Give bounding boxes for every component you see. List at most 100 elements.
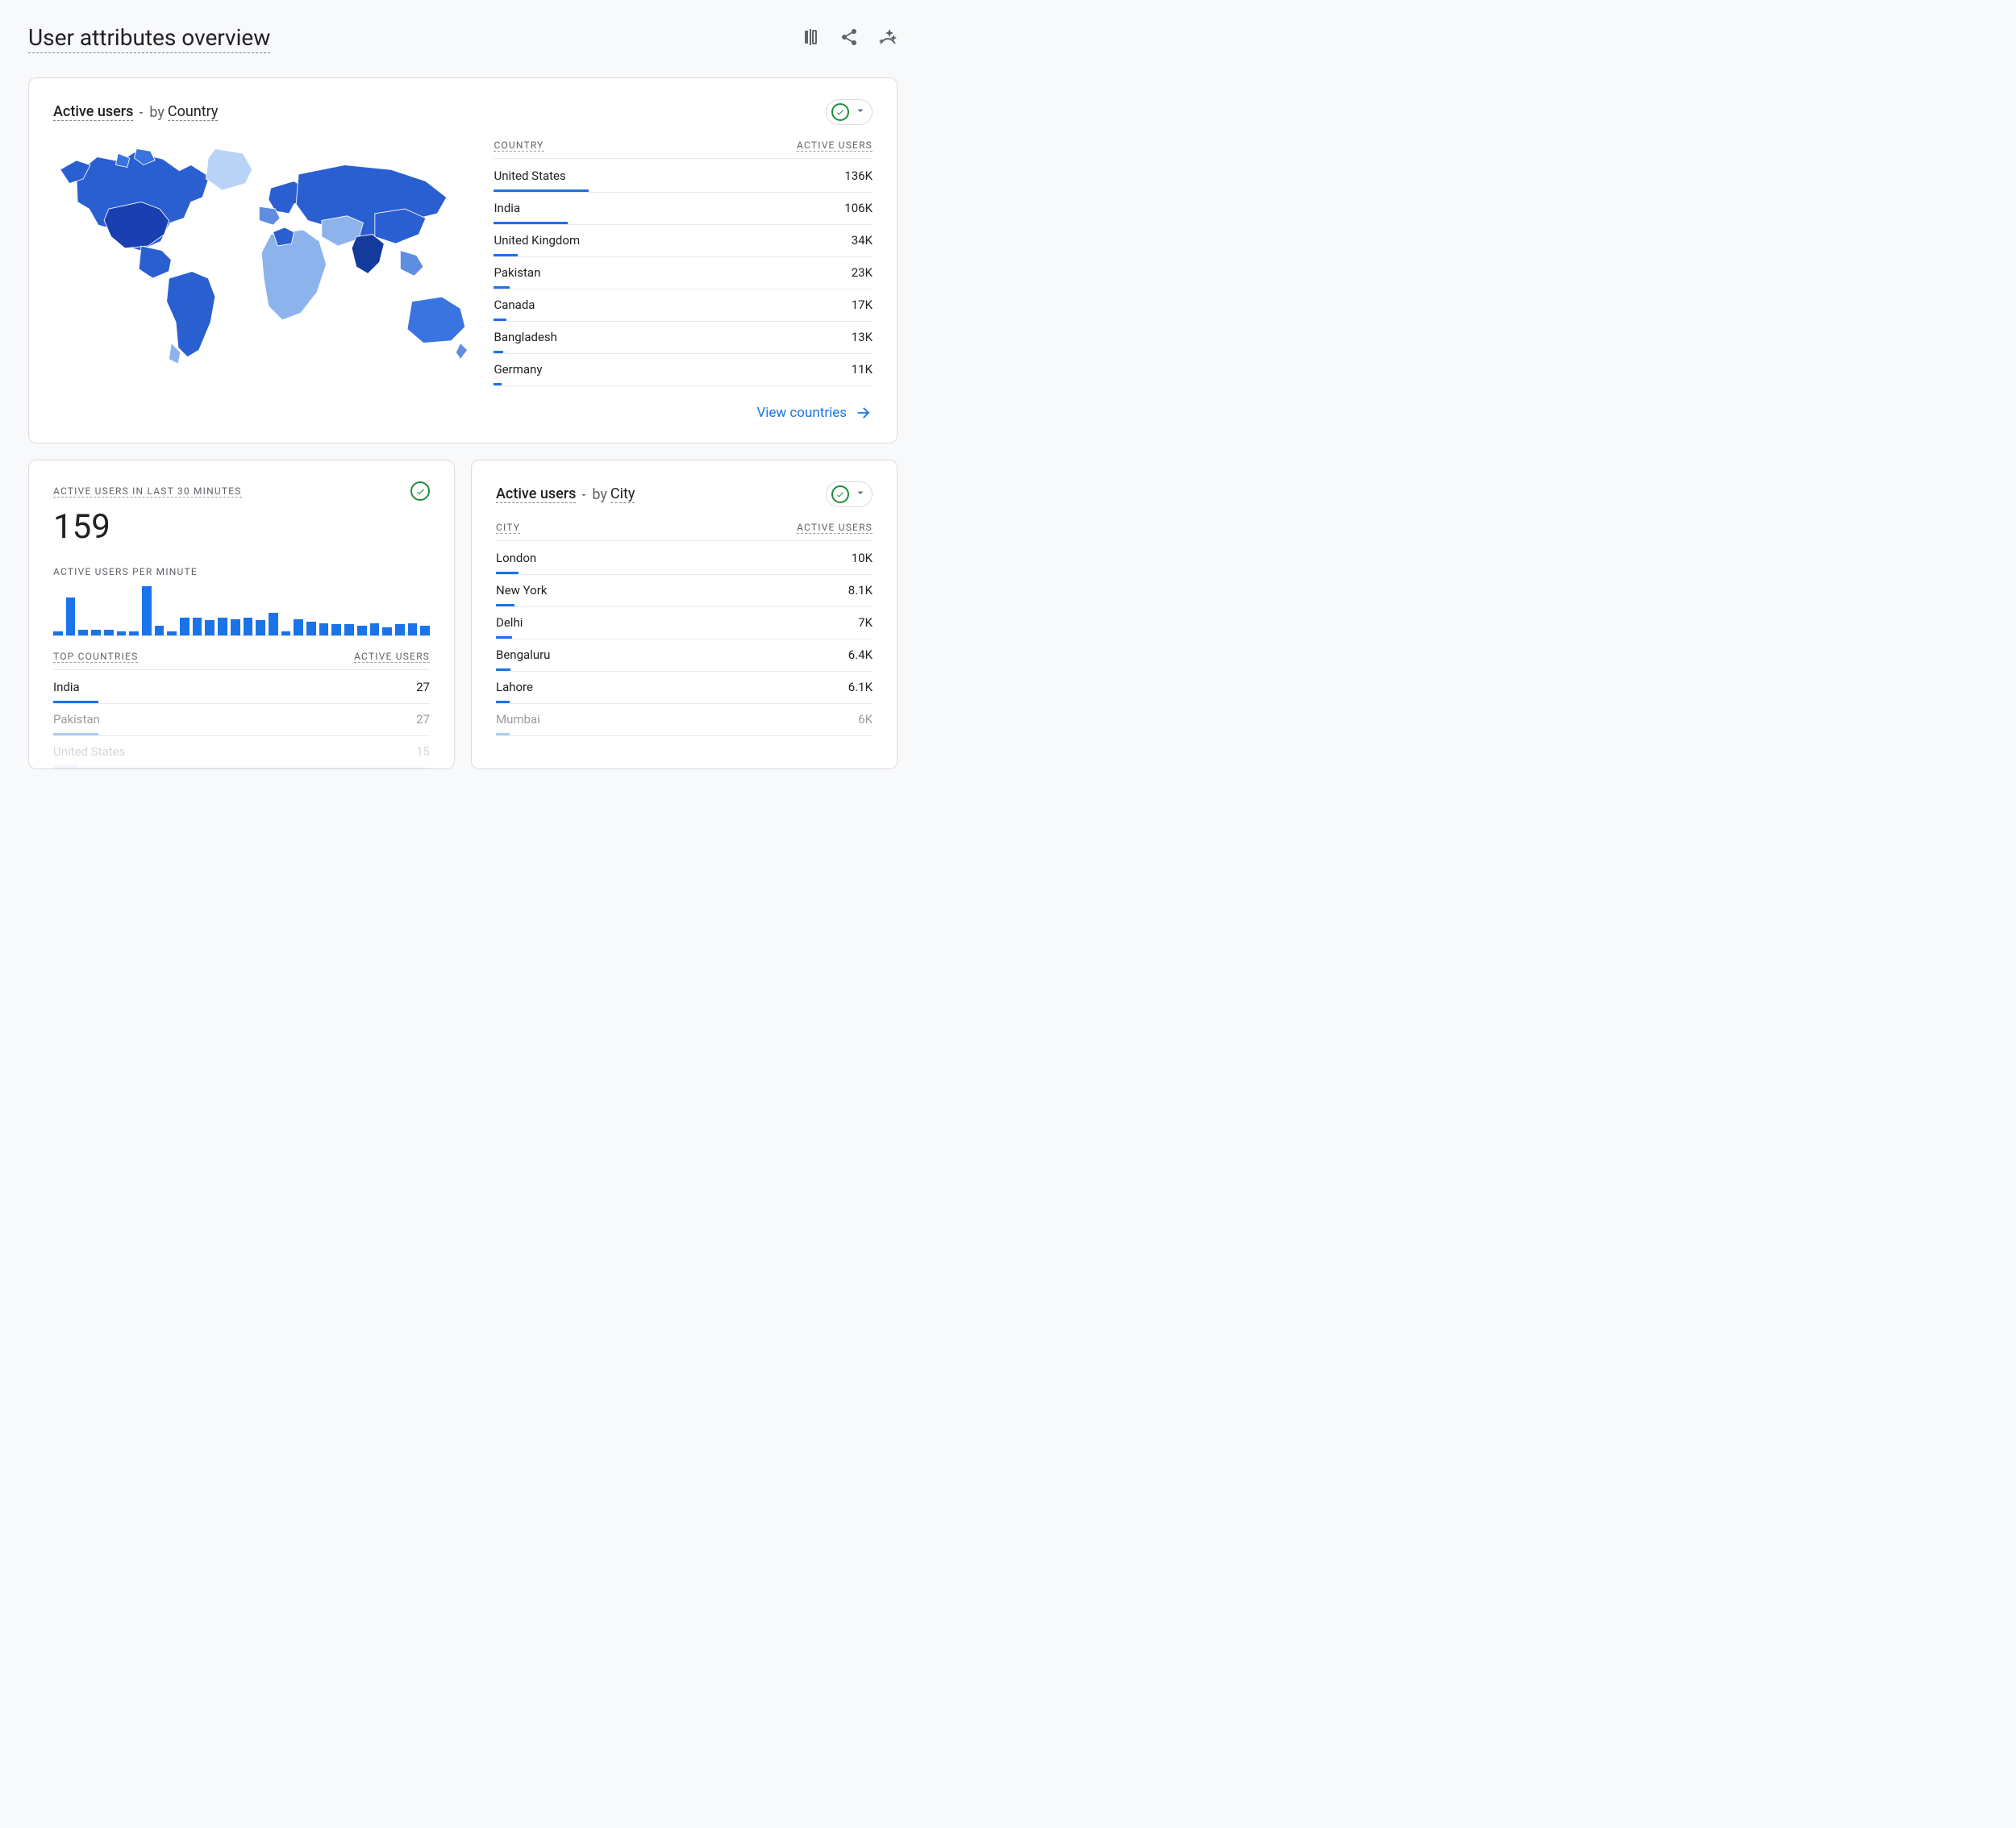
row-label: Pakistan — [494, 265, 540, 280]
bar — [294, 619, 303, 635]
bar — [281, 631, 291, 635]
row-value: 17K — [852, 298, 873, 312]
row-value: 23K — [852, 265, 873, 280]
country-dimension[interactable]: Country — [168, 103, 219, 121]
bar — [395, 624, 405, 635]
row-bar — [494, 319, 506, 321]
row-value: 27 — [416, 680, 430, 694]
city-metric[interactable]: Active users — [496, 485, 576, 503]
city-card-title: Active users by City — [496, 485, 635, 503]
row-value: 27 — [416, 712, 430, 727]
city-card: Active users by City CITY ACTIVE USERS L… — [471, 460, 898, 769]
chevron-down-icon[interactable] — [136, 104, 146, 121]
row-label: Pakistan — [53, 712, 100, 727]
table-row[interactable]: Pakistan 27 — [53, 704, 430, 736]
by-label: by — [149, 104, 165, 121]
bar — [244, 618, 253, 635]
world-map[interactable] — [53, 139, 469, 374]
row-bar — [496, 668, 510, 671]
row-label: India — [53, 680, 80, 694]
row-bar — [494, 254, 517, 256]
bar — [231, 619, 240, 635]
row-value: 6.4K — [848, 648, 873, 662]
chevron-down-icon — [854, 104, 867, 120]
bar — [331, 624, 341, 635]
row-bar — [496, 636, 512, 639]
row-value: 8.1K — [848, 583, 873, 598]
table-row[interactable]: Lahore 6.1K — [496, 672, 873, 704]
row-label: United Kingdom — [494, 233, 580, 248]
col-active-users: ACTIVE USERS — [797, 139, 873, 152]
row-label: Lahore — [496, 680, 533, 694]
bar — [91, 630, 101, 635]
table-row[interactable]: United Kingdom 34K — [494, 225, 873, 257]
row-value: 11K — [852, 362, 873, 377]
bar — [420, 626, 430, 635]
row-label: Germany — [494, 362, 542, 377]
country-metric[interactable]: Active users — [53, 103, 133, 121]
bar — [167, 631, 177, 635]
table-row[interactable]: United States 15 — [53, 736, 430, 768]
status-check-dropdown[interactable] — [826, 481, 873, 507]
row-value: 106K — [844, 201, 873, 215]
country-card: Active users by Country — [28, 77, 898, 443]
row-bar — [494, 222, 568, 224]
bar — [344, 624, 354, 635]
row-value: 136K — [844, 169, 873, 183]
table-row[interactable]: London10K — [496, 543, 873, 575]
table-row[interactable]: Canada17K — [494, 289, 873, 322]
row-label: United States — [494, 169, 565, 183]
row-label: Mumbai — [496, 712, 540, 727]
table-row[interactable]: India106K — [494, 193, 873, 225]
realtime-card: ACTIVE USERS IN LAST 30 MINUTES 159 ACTI… — [28, 460, 455, 769]
row-label: London — [496, 551, 536, 565]
row-bar — [496, 604, 514, 606]
compare-icon[interactable] — [801, 27, 820, 50]
col-active-users: ACTIVE USERS — [354, 651, 430, 663]
city-dimension[interactable]: City — [610, 485, 635, 503]
bar — [193, 618, 202, 635]
row-value: 15 — [416, 744, 430, 759]
row-label: Bangladesh — [494, 330, 556, 344]
share-icon[interactable] — [839, 27, 859, 50]
table-row[interactable]: Mumbai 6K — [496, 704, 873, 736]
table-row[interactable]: United States 136K — [494, 160, 873, 193]
realtime-value: 159 — [53, 507, 430, 547]
insights-icon[interactable] — [878, 27, 898, 50]
bar — [256, 620, 265, 635]
country-table: COUNTRY ACTIVE USERS United States 136K In… — [494, 139, 873, 386]
check-icon[interactable] — [410, 481, 430, 501]
bar — [117, 631, 127, 635]
row-value: 6K — [858, 712, 873, 727]
row-bar — [494, 383, 501, 385]
row-label: United States — [53, 744, 125, 759]
row-bar — [53, 765, 78, 768]
bar — [269, 613, 278, 635]
row-bar — [53, 733, 98, 735]
row-value: 13K — [852, 330, 873, 344]
bar — [155, 626, 165, 635]
bar — [205, 620, 215, 635]
view-countries-link[interactable]: View countries — [756, 404, 873, 422]
table-row[interactable]: India 27 — [53, 672, 430, 704]
row-value: 6.1K — [848, 680, 873, 694]
table-row[interactable]: New York8.1K — [496, 575, 873, 607]
table-row[interactable]: Bangladesh 13K — [494, 322, 873, 354]
table-row[interactable]: Germany 11K — [494, 354, 873, 386]
bar — [129, 631, 139, 635]
page-title: User attributes overview — [28, 24, 270, 53]
bar — [78, 630, 88, 635]
chevron-down-icon — [854, 486, 867, 502]
bar — [66, 598, 76, 635]
row-value: 34K — [852, 233, 873, 248]
table-row[interactable]: Delhi7K — [496, 607, 873, 639]
table-row[interactable]: Bengaluru6.4K — [496, 639, 873, 672]
chevron-down-icon[interactable] — [579, 486, 589, 503]
bar — [370, 623, 380, 635]
bar — [180, 618, 190, 635]
bar — [142, 586, 152, 635]
col-country: COUNTRY — [494, 139, 544, 152]
table-row[interactable]: Pakistan 23K — [494, 257, 873, 289]
status-check-dropdown[interactable] — [826, 99, 873, 125]
col-city: CITY — [496, 522, 520, 534]
